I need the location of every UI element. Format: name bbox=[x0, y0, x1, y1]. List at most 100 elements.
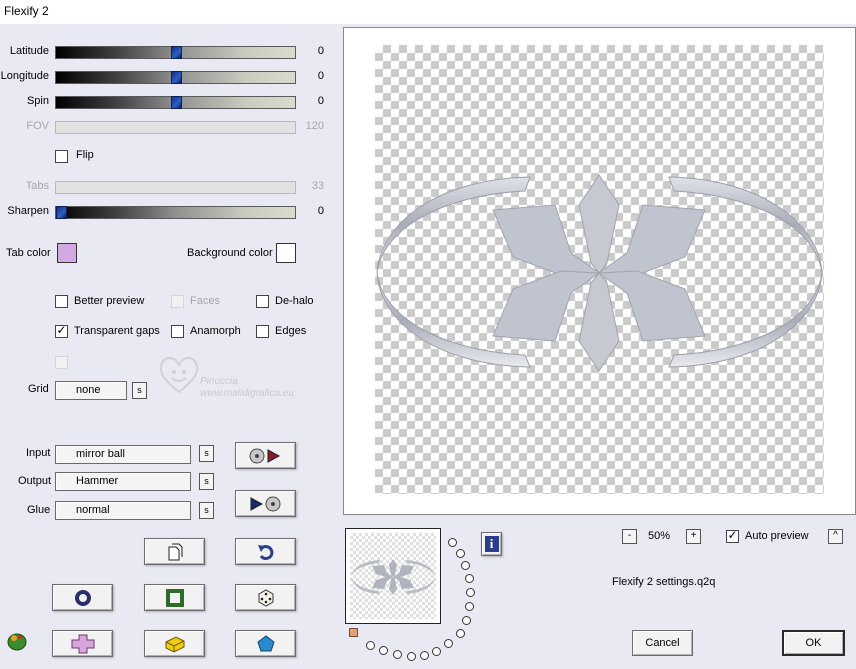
ok-button[interactable]: OK bbox=[782, 630, 845, 656]
longitude-slider[interactable] bbox=[55, 71, 296, 84]
navigator-dot[interactable] bbox=[366, 641, 375, 650]
grid-label: Grid bbox=[28, 383, 49, 395]
longitude-value: 0 bbox=[317, 70, 324, 82]
fov-value: 120 bbox=[305, 120, 324, 132]
navigator-dot[interactable] bbox=[461, 561, 470, 570]
navigator-thumbnail[interactable] bbox=[345, 528, 441, 624]
navigator-dot[interactable] bbox=[444, 639, 453, 648]
sharpen-slider-thumb[interactable] bbox=[56, 206, 67, 219]
flip-checkbox[interactable] bbox=[55, 150, 68, 163]
input-label: Input bbox=[26, 447, 51, 459]
grid-s-button[interactable]: s bbox=[132, 382, 147, 399]
output-value: Hammer bbox=[76, 475, 119, 487]
longitude-slider-thumb[interactable] bbox=[171, 71, 182, 84]
navigator-dot[interactable] bbox=[393, 650, 402, 659]
navigator-dot[interactable] bbox=[448, 538, 457, 547]
pentagon-icon bbox=[256, 634, 275, 651]
watermark-url: www.maildigrafica.eu bbox=[200, 388, 294, 399]
anamorph-label: Anamorph bbox=[190, 325, 241, 337]
thumbnail-image bbox=[351, 559, 435, 595]
pentagon-button[interactable] bbox=[235, 630, 296, 657]
output-s-button[interactable]: s bbox=[199, 473, 214, 490]
frame-icon bbox=[165, 588, 184, 607]
transparent-gaps-checkbox[interactable]: ✓ bbox=[55, 323, 68, 338]
auto-preview-label: Auto preview bbox=[745, 530, 809, 542]
navigator-dot[interactable] bbox=[465, 574, 474, 583]
random-button[interactable] bbox=[235, 584, 296, 611]
copy-button[interactable] bbox=[144, 538, 205, 565]
input-s-button[interactable]: s bbox=[199, 445, 214, 462]
auto-preview-checkbox[interactable]: ✓ bbox=[726, 528, 739, 543]
navigator-handle[interactable] bbox=[349, 628, 358, 637]
info-glyph: i bbox=[489, 536, 494, 551]
navigator-dot[interactable] bbox=[379, 646, 388, 655]
navigator-dot[interactable] bbox=[465, 602, 474, 611]
navigator-dot[interactable] bbox=[462, 616, 471, 625]
navigator-dot[interactable] bbox=[456, 629, 465, 638]
tabs-slider[interactable] bbox=[55, 181, 296, 194]
preview-image bbox=[376, 174, 823, 372]
latitude-label: Latitude bbox=[9, 45, 49, 57]
latitude-slider-thumb[interactable] bbox=[171, 46, 182, 59]
flip-label: Flip bbox=[76, 149, 94, 161]
transparent-gaps-label: Transparent gaps bbox=[74, 325, 160, 337]
checkmark-icon: ✓ bbox=[56, 323, 67, 337]
undo-button[interactable] bbox=[235, 538, 296, 565]
faces-checkbox[interactable] bbox=[171, 295, 184, 308]
input-value: mirror ball bbox=[76, 448, 125, 460]
fov-slider[interactable] bbox=[55, 121, 296, 134]
glue-s-button[interactable]: s bbox=[199, 502, 214, 519]
ring-button[interactable] bbox=[52, 584, 113, 611]
glue-value: normal bbox=[76, 504, 110, 516]
unlabeled-checkbox[interactable] bbox=[55, 356, 68, 369]
longitude-label: Longitude bbox=[0, 70, 49, 82]
edges-checkbox[interactable] bbox=[256, 325, 269, 338]
sharpen-value: 0 bbox=[317, 205, 324, 217]
de-halo-label: De-halo bbox=[275, 295, 314, 307]
spin-value: 0 bbox=[317, 95, 324, 107]
glue-dropdown[interactable]: normal bbox=[55, 501, 191, 520]
fov-label: FOV bbox=[26, 120, 49, 132]
spin-slider[interactable] bbox=[55, 96, 296, 109]
navigator-dot[interactable] bbox=[466, 588, 475, 597]
latitude-value: 0 bbox=[317, 45, 324, 57]
tab-color-swatch[interactable] bbox=[57, 243, 77, 263]
glue-label: Glue bbox=[27, 504, 51, 516]
navigator-dot[interactable] bbox=[456, 549, 465, 558]
collapse-button[interactable]: ^ bbox=[828, 529, 843, 544]
disc-arrow-icon bbox=[249, 448, 280, 463]
grid-dropdown[interactable]: none bbox=[55, 381, 127, 400]
anamorph-checkbox[interactable] bbox=[171, 325, 184, 338]
copy-icon bbox=[168, 543, 182, 560]
cross-button[interactable] bbox=[52, 630, 113, 657]
info-button[interactable]: i bbox=[481, 532, 502, 556]
input-dropdown[interactable]: mirror ball bbox=[55, 445, 191, 464]
navigator-dot[interactable] bbox=[407, 652, 416, 661]
frame-button[interactable] bbox=[144, 584, 205, 611]
window-title: Flexify 2 bbox=[4, 4, 49, 18]
tabs-label: Tabs bbox=[25, 180, 49, 192]
tabs-value: 33 bbox=[311, 180, 324, 192]
navigator-dot[interactable] bbox=[420, 651, 429, 660]
block-button[interactable] bbox=[144, 630, 205, 657]
arrow-disc-icon bbox=[250, 496, 280, 511]
map-input-button[interactable] bbox=[235, 442, 296, 469]
navigator-dot[interactable] bbox=[432, 647, 441, 656]
zoom-out-button[interactable]: - bbox=[622, 529, 637, 544]
settings-filename: Flexify 2 settings.q2q bbox=[612, 576, 716, 588]
background-color-swatch[interactable] bbox=[276, 243, 296, 263]
spin-slider-thumb[interactable] bbox=[171, 96, 182, 109]
output-dropdown[interactable]: Hammer bbox=[55, 472, 191, 491]
de-halo-checkbox[interactable] bbox=[256, 295, 269, 308]
title-bar: Flexify 2 bbox=[0, 0, 856, 24]
sharpen-slider[interactable] bbox=[55, 206, 296, 219]
undo-icon bbox=[257, 544, 273, 560]
cancel-button[interactable]: Cancel bbox=[632, 630, 693, 656]
zoom-in-button[interactable]: + bbox=[686, 529, 701, 544]
yellow-block-icon bbox=[165, 635, 184, 653]
watermark-heart-icon bbox=[159, 357, 199, 394]
better-preview-checkbox[interactable] bbox=[55, 295, 68, 308]
plugin-logo-icon bbox=[7, 633, 27, 651]
latitude-slider[interactable] bbox=[55, 46, 296, 59]
map-output-button[interactable] bbox=[235, 490, 296, 517]
